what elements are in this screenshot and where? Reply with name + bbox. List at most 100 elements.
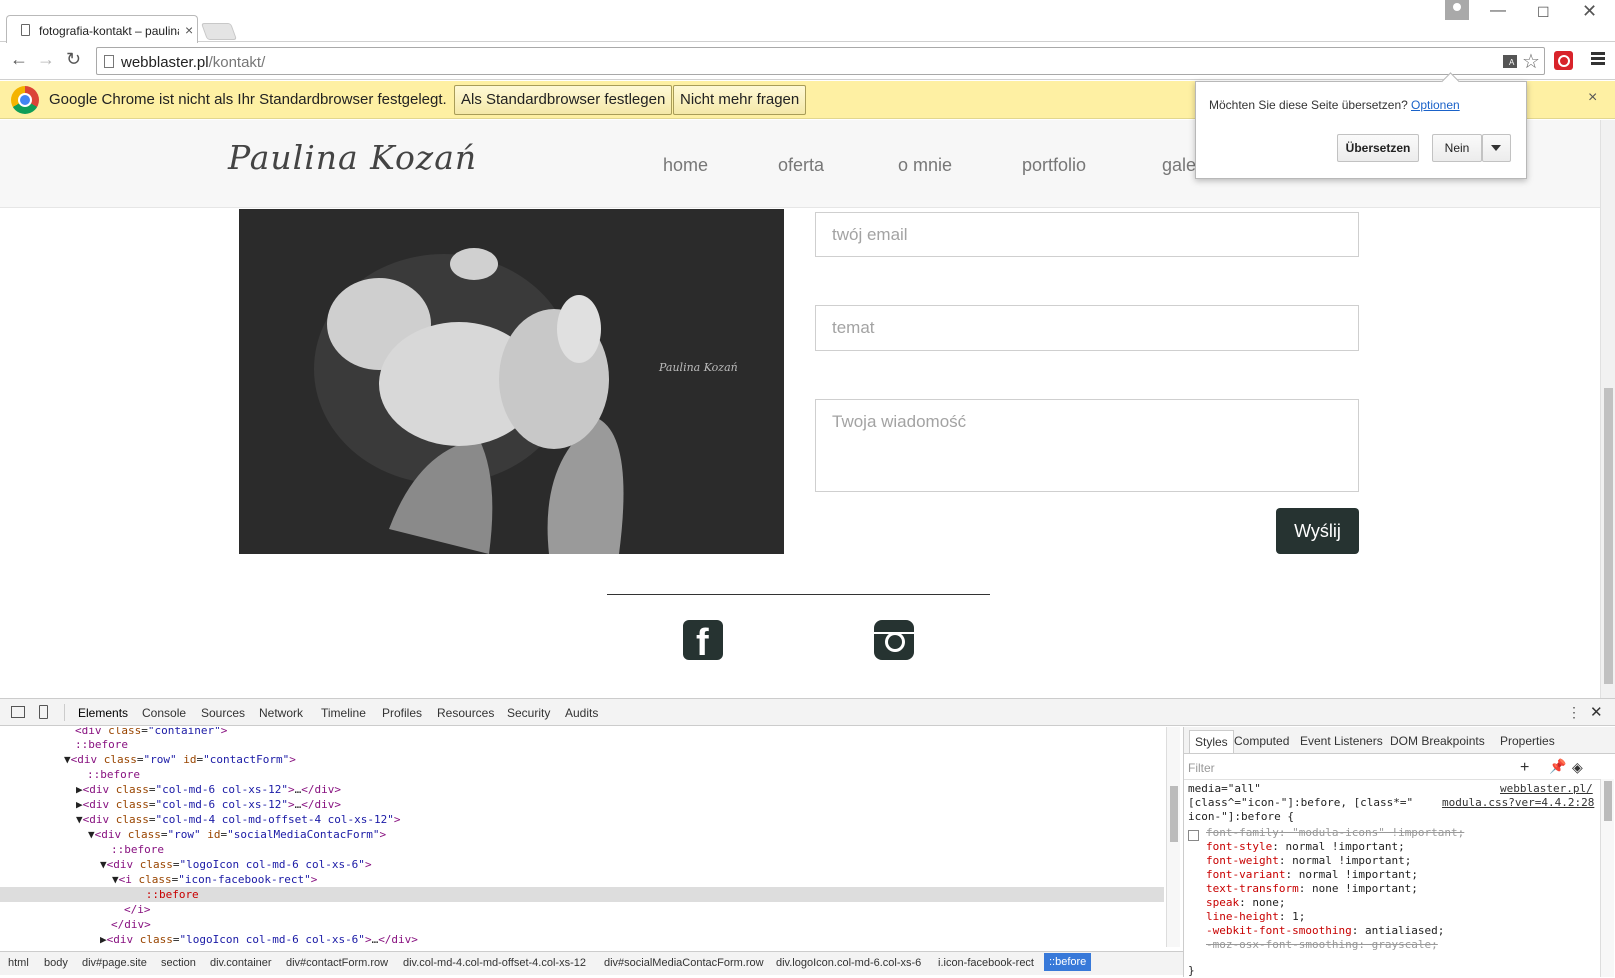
page-scrollbar[interactable] (1600, 120, 1615, 698)
dom-node[interactable]: ▼<div class="col-md-4 col-md-offset-4 co… (76, 812, 401, 827)
tab-dom-breakpoints[interactable]: DOM Breakpoints (1390, 734, 1485, 748)
style-property[interactable]: font-family: "modula-icons" !important; (1206, 826, 1464, 840)
tab-sources[interactable]: Sources (201, 706, 245, 720)
breadcrumb-item[interactable]: i.icon-facebook-rect (938, 957, 1034, 969)
new-style-rule-icon[interactable]: + (1520, 759, 1529, 777)
breadcrumb-item[interactable]: html (8, 957, 29, 969)
tab-profiles[interactable]: Profiles (382, 706, 422, 720)
tab-resources[interactable]: Resources (437, 706, 494, 720)
dom-node-selected[interactable]: ::before (0, 887, 1164, 902)
stylesheet-link[interactable]: webblaster.pl/ (1500, 782, 1593, 795)
instagram-icon[interactable] (874, 620, 914, 660)
tab-elements[interactable]: Elements (78, 706, 128, 720)
address-bar[interactable]: webblaster.pl/kontakt/ ☆ (96, 47, 1545, 75)
no-translate-button[interactable]: Nein (1432, 134, 1482, 162)
breadcrumb-item[interactable]: div#page.site (82, 957, 147, 969)
breadcrumb-item[interactable]: div#socialMediaContacForm.row (604, 957, 764, 969)
dom-node[interactable]: ::before (87, 767, 140, 782)
style-property[interactable]: font-weight: normal !important; (1206, 854, 1411, 868)
facebook-icon[interactable] (683, 620, 723, 665)
tab-event-listeners[interactable]: Event Listeners (1300, 734, 1383, 748)
nav-o-mnie[interactable]: o mnie (898, 155, 952, 176)
forward-arrow-icon[interactable]: → (37, 49, 55, 70)
nav-galeria[interactable]: gale (1162, 155, 1196, 176)
reload-icon[interactable]: ↻ (66, 49, 81, 70)
devtools-close-icon[interactable]: ✕ (1590, 703, 1603, 721)
new-tab-button[interactable] (200, 23, 238, 40)
translate-button[interactable]: Übersetzen (1337, 134, 1419, 162)
dom-node[interactable]: ▶<div class="col-md-6 col-xs-12">…</div> (76, 782, 341, 797)
breadcrumb-item-active[interactable]: ::before (1044, 953, 1092, 971)
site-logo[interactable]: Paulina Kozań (228, 138, 477, 177)
styles-scroll-thumb[interactable] (1604, 781, 1612, 821)
breadcrumb-item[interactable]: div#contactForm.row (286, 957, 388, 969)
breadcrumb-item[interactable]: section (161, 957, 196, 969)
stylesheet-link-line[interactable]: modula.css?ver=4.4.2:28 (1442, 796, 1594, 809)
dom-node[interactable]: ::before (111, 842, 164, 857)
styles-filter-input[interactable]: Filter (1188, 761, 1215, 775)
nav-home[interactable]: home (663, 155, 708, 176)
close-window-icon[interactable]: ✕ (1582, 1, 1597, 22)
style-property[interactable]: font-variant: normal !important; (1206, 868, 1418, 882)
page-scroll-thumb[interactable] (1604, 388, 1613, 684)
style-property[interactable]: speak: none; (1206, 896, 1285, 910)
tab-close-icon[interactable]: × (185, 22, 193, 38)
tab-security[interactable]: Security (507, 706, 550, 720)
page-info-icon[interactable] (104, 55, 114, 68)
dom-tree[interactable]: <div class="container"> ::before ▼<div c… (0, 727, 1168, 949)
send-button[interactable]: Wyślij (1276, 508, 1359, 554)
translate-dropdown-button[interactable] (1482, 134, 1511, 162)
tab-computed[interactable]: Computed (1234, 734, 1289, 748)
translate-icon[interactable] (1503, 55, 1517, 68)
style-property[interactable]: -moz-osx-font-smoothing: grayscale; (1206, 938, 1438, 952)
tab-timeline[interactable]: Timeline (321, 706, 366, 720)
browser-tab[interactable]: fotografia-kontakt – paulina × (6, 15, 198, 43)
dom-tree-scroll-thumb[interactable] (1170, 786, 1178, 842)
color-format-icon[interactable]: ◈ (1572, 759, 1583, 776)
profile-avatar-icon[interactable] (1445, 0, 1469, 20)
dom-node[interactable]: ▼<div class="row" id="socialMediaContacF… (88, 827, 386, 842)
dom-node[interactable]: ▶<div class="logoIcon col-md-6 col-xs-6"… (100, 932, 418, 947)
dom-node[interactable]: </i> (124, 902, 151, 917)
devtools-menu-icon[interactable]: ⋮ (1567, 704, 1581, 721)
dom-node[interactable]: ▼<i class="icon-facebook-rect"> (112, 872, 317, 887)
breadcrumb-item[interactable]: div.container (210, 957, 272, 969)
styles-scrollbar[interactable] (1600, 779, 1614, 977)
tab-console[interactable]: Console (142, 706, 186, 720)
element-state-icon[interactable]: 📌 (1549, 758, 1566, 775)
tab-network[interactable]: Network (259, 706, 303, 720)
email-field[interactable] (815, 212, 1359, 257)
tab-styles[interactable]: Styles (1189, 730, 1234, 753)
style-property[interactable]: line-height: 1; (1206, 910, 1305, 924)
infobar-close-icon[interactable]: × (1588, 89, 1597, 107)
translate-options-link[interactable]: Optionen (1411, 98, 1460, 112)
inspect-element-icon[interactable] (11, 706, 25, 718)
dont-ask-again-button[interactable]: Nicht mehr fragen (673, 85, 807, 115)
dom-tree-scrollbar[interactable] (1166, 727, 1180, 947)
device-mode-icon[interactable] (39, 705, 48, 719)
nav-oferta[interactable]: oferta (778, 155, 824, 176)
dom-node[interactable]: ▼<div class="logoIcon col-md-6 col-xs-6"… (100, 857, 372, 872)
tab-audits[interactable]: Audits (565, 706, 598, 720)
style-property[interactable]: font-style: normal !important; (1206, 840, 1405, 854)
dom-node[interactable]: ▼<div class="row" id="contactForm"> (64, 752, 296, 767)
message-field[interactable] (815, 399, 1359, 492)
bookmark-star-icon[interactable]: ☆ (1522, 49, 1540, 74)
tab-properties[interactable]: Properties (1500, 734, 1555, 748)
style-property[interactable]: -webkit-font-smoothing: antialiased; (1206, 924, 1444, 938)
extension-icon[interactable] (1554, 51, 1573, 70)
maximize-icon[interactable]: ☐ (1537, 4, 1550, 21)
style-property[interactable]: text-transform: none !important; (1206, 882, 1418, 896)
dom-node[interactable]: </div> (111, 917, 151, 932)
subject-field[interactable] (815, 305, 1359, 351)
property-checkbox[interactable] (1188, 830, 1199, 841)
breadcrumb-item[interactable]: body (44, 957, 68, 969)
breadcrumb-item[interactable]: div.col-md-4.col-md-offset-4.col-xs-12 (403, 957, 586, 969)
chrome-menu-icon[interactable] (1591, 52, 1605, 68)
dom-node[interactable]: ::before (75, 737, 128, 752)
back-arrow-icon[interactable]: ← (10, 49, 28, 70)
breadcrumb-item[interactable]: div.logoIcon.col-md-6.col-xs-6 (776, 957, 921, 969)
set-default-browser-button[interactable]: Als Standardbrowser festlegen (454, 85, 673, 115)
minimize-icon[interactable]: — (1490, 2, 1506, 20)
dom-node[interactable]: ▶<div class="col-md-6 col-xs-12">…</div> (76, 797, 341, 812)
